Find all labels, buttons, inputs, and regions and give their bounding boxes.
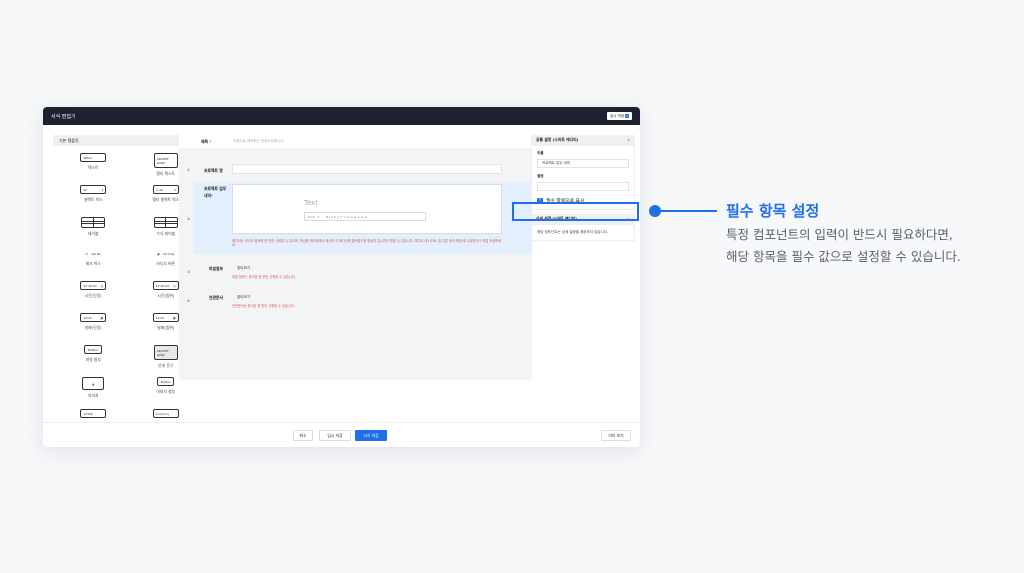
component-label: 테이블 (88, 231, 99, 236)
currency-field-icon: Currency (152, 409, 179, 418)
component-number[interactable]: 1234$ (57, 409, 130, 423)
component-label: 멀티 텍스트 (156, 171, 176, 176)
component-label: 셀렉트 박스 (83, 197, 103, 202)
description-input[interactable] (537, 182, 629, 191)
component-label: 시간(범위) (157, 293, 175, 298)
title-row: 제목 * 지원으로 제목부는 표현으로합니다. (179, 135, 532, 148)
file-warning-text: 파일 첨부는 문서당 한 번만 사용할 수 있습니다. (232, 275, 296, 279)
component-date-single[interactable]: 12/31 ▦ 날짜(단일) (57, 313, 130, 341)
bottom-action-bar: 취소 임시 저장 서식 저장 미리 보기 (43, 422, 640, 447)
smart-editor[interactable]: Text Font ▾ B I U S A ↶ ↷ ≡ ≡ ≡ ≡ ≡ ≡ (232, 184, 502, 234)
component-label: 멀티 셀렉트 박스 (152, 197, 180, 202)
project-name-input[interactable] (232, 164, 502, 174)
form-editor-window: 서식 편집기 임시 저장 0 기본 템플릿 ^ ABCD 텍스트 ABCDEF … (43, 107, 640, 447)
editor-warning-text: 에디터는 미니어 옵셔에 한 편민 사용할 수 있으며, 작성한 에디터에서 에… (232, 239, 502, 248)
project-task-label: 프로젝트 업무 내역* (204, 186, 227, 199)
editor-placeholder: Text (304, 199, 319, 207)
calendar-icon: 12/31 ▦ (152, 313, 179, 322)
component-image-attach[interactable]: Button 이미지 첨부 (130, 377, 203, 405)
related-docs-label: 연관문서 (209, 295, 223, 300)
component-image[interactable]: ▲ 이미지 (57, 377, 130, 405)
callout-highlight-box (512, 202, 639, 221)
window-title: 서식 편집기 (51, 113, 76, 120)
component-label: 파일 첨부 (85, 357, 101, 362)
text-field-icon: ABCD (80, 153, 107, 162)
component-label: 텍스트 (88, 165, 99, 170)
common-settings-title: 공통 설정 (스마트 에디터) (536, 137, 579, 142)
detail-settings-body: 해당 컴포넌트는 상세 설정을 제공하지 않습니다. (531, 224, 635, 241)
component-label: 체크 박스 (85, 261, 101, 266)
select-box-icon: All ▾ (80, 185, 107, 194)
component-label: 수식 테이블 (156, 231, 176, 236)
guide-text-icon: ABCDEF GHIJK (153, 345, 178, 360)
related-browse-button[interactable]: 찾아보기 (237, 295, 250, 300)
annotation-description: 특정 컴포넌트의 입력이 반드시 필요하다면, 해당 항목을 필수 값으로 설정… (726, 224, 961, 268)
component-label: 이미지 (88, 393, 99, 398)
component-text[interactable]: ABCD 텍스트 (57, 153, 130, 181)
annotation-line-2: 해당 항목을 필수 값으로 설정할 수 있습니다. (726, 249, 961, 264)
format-buttons-icon[interactable]: B I U S A ↶ ↷ ≡ ≡ ≡ ≡ ≡ ≡ (326, 215, 367, 219)
preview-button[interactable]: 미리 보기 (601, 430, 631, 441)
clock-icon: 12:30:00 ◷ (152, 281, 179, 290)
description-label: 설명 (537, 174, 544, 178)
file-attach-label: 파일첨부 (209, 266, 223, 271)
component-label: 날짜(범위) (157, 325, 175, 330)
row-number: ② (187, 217, 191, 221)
image-icon: ▲ (82, 377, 105, 390)
title-bar: 서식 편집기 임시 저장 0 (43, 107, 640, 125)
multi-select-icon: ☑ All ▾ (152, 185, 179, 194)
checkbox-icon: ☑ Yes No (83, 249, 104, 258)
name-label: 이름 (537, 151, 544, 155)
callout-connector-line (660, 210, 717, 212)
calendar-icon: 12/31 ▦ (80, 313, 107, 322)
palette-title: 기본 템플릿 (59, 137, 79, 143)
properties-panel: 공통 설정 (스마트 에디터) ^ 이름 프로젝트 업무 내역 설명 ✓ 필수 … (531, 135, 635, 241)
file-browse-button[interactable]: 찾아보기 (237, 266, 250, 271)
annotation-title: 필수 항목 설정 (726, 202, 820, 220)
common-settings-body: 이름 프로젝트 업무 내역 설명 ✓ 필수 항목으로 표시 (531, 145, 635, 210)
component-label: 시간(단일) (84, 293, 102, 298)
table-icon (81, 217, 106, 228)
number-field-icon: 1234$ (80, 409, 107, 418)
project-name-label: 프로젝트 명 (204, 168, 223, 173)
component-currency[interactable]: Currency (130, 409, 203, 423)
component-select[interactable]: All ▾ 셀렉트 박스 (57, 185, 130, 213)
detail-settings-text: 해당 컴포넌트는 상세 설정을 제공하지 않습니다. (537, 230, 609, 234)
component-label: 날짜(단일) (84, 325, 102, 330)
row-number: ③ (187, 270, 191, 274)
component-label: 이미지 첨부 (156, 389, 176, 394)
annotation-line-1: 특정 컴포넌트의 입력이 반드시 필요하다면, (726, 227, 953, 242)
save-template-button[interactable]: 서식 저장 (355, 430, 387, 441)
row-number: ④ (187, 299, 191, 303)
component-label: 라디오 버튼 (156, 261, 176, 266)
name-input[interactable]: 프로젝트 업무 내역 (537, 159, 629, 168)
clock-icon: 12:30:00 ◷ (80, 281, 107, 290)
cancel-button[interactable]: 취소 (293, 430, 313, 441)
component-label: 안내 문구 (158, 363, 174, 368)
chevron-up-icon[interactable]: ^ (627, 138, 630, 143)
radio-button-icon: ◉ All Only (155, 249, 177, 258)
button-icon: Button (157, 377, 175, 386)
form-canvas: 제목 * 지원으로 제목부는 표현으로합니다. ① 프로젝트 명 ② 프로젝트 … (179, 135, 532, 380)
component-file-attach[interactable]: Button 파일 첨부 (57, 345, 130, 373)
temp-save-top-button[interactable]: 임시 저장 0 (607, 112, 632, 120)
title-input[interactable]: 지원으로 제목부는 표현으로합니다. (229, 137, 499, 146)
related-warning-text: 연관문서는 문서당 한 번만 사용할 수 있습니다. (232, 304, 295, 308)
font-select[interactable]: Font (308, 215, 315, 219)
temp-save-button[interactable]: 임시 저장 (319, 430, 351, 441)
title-label: 제목 * (201, 138, 212, 144)
component-table[interactable]: 테이블 (57, 217, 130, 245)
row-number: ① (187, 168, 191, 172)
formula-table-icon (153, 217, 178, 228)
temp-save-top-label: 임시 저장 (610, 113, 625, 118)
chevron-down-icon[interactable]: ▾ (318, 215, 320, 219)
editor-toolbar[interactable]: Font ▾ B I U S A ↶ ↷ ≡ ≡ ≡ ≡ ≡ ≡ (304, 212, 426, 221)
multiline-text-icon: ABCDEF GHIJK (153, 153, 178, 168)
component-time-single[interactable]: 12:30:00 ◷ 시간(단일) (57, 281, 130, 309)
common-settings-header[interactable]: 공통 설정 (스마트 에디터) ^ (531, 135, 635, 145)
temp-save-count-badge: 0 (625, 114, 629, 118)
button-icon: Button (84, 345, 103, 354)
component-checkbox[interactable]: ☑ Yes No 체크 박스 (57, 249, 130, 277)
